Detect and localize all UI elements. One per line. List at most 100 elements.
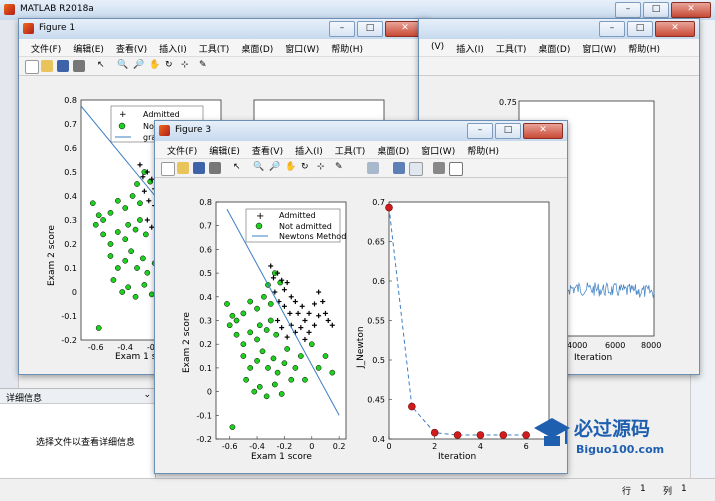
- scatter-ytick-label: 0.7: [199, 222, 212, 231]
- figure1-ytick-label: 0.7: [64, 120, 77, 129]
- menu-window[interactable]: 窗口(W): [279, 39, 325, 56]
- not-admitted-point: [254, 305, 260, 312]
- pan-icon[interactable]: ✋: [149, 60, 161, 72]
- f3-menu-edit[interactable]: 编辑(E): [203, 141, 246, 158]
- f3-brush-icon[interactable]: ✎: [335, 162, 347, 174]
- f3-pointer-icon[interactable]: ↖: [233, 162, 245, 174]
- figure3-toolbar: ↖ 🔍 🔎 ✋ ↻ ⊹ ✎: [155, 159, 567, 178]
- figure1-ytick-label: 0: [72, 288, 77, 297]
- figure1-legend-admitted: Admitted: [143, 110, 180, 119]
- not-admitted-point: [322, 353, 329, 359]
- not-admitted-point: [271, 381, 278, 388]
- menu-tools-2[interactable]: 工具(T): [490, 39, 533, 56]
- figure2-minimize-button[interactable]: –: [599, 21, 625, 37]
- data-cursor-icon[interactable]: ⊹: [181, 60, 193, 72]
- figure1-ytick-label: -0.2: [61, 336, 77, 345]
- f3-menu-tools[interactable]: 工具(T): [329, 141, 372, 158]
- f3-menu-help[interactable]: 帮助(H): [461, 141, 505, 158]
- f3-colorbar-icon[interactable]: [393, 162, 405, 174]
- not-admitted-point: [292, 365, 299, 371]
- f3-link-icon[interactable]: [367, 162, 379, 174]
- menu-insert[interactable]: 插入(I): [153, 39, 193, 56]
- figure1-not-admitted-point: [107, 241, 114, 247]
- cost-point: [453, 431, 462, 439]
- figure3-maximize-button[interactable]: □: [495, 123, 521, 139]
- menu-view-tail[interactable]: (V): [425, 39, 450, 56]
- figure2-close-button[interactable]: ✕: [655, 21, 695, 37]
- main-window-title: MATLAB R2018a: [20, 4, 94, 14]
- menu-edit[interactable]: 编辑(E): [67, 39, 110, 56]
- rotate-icon[interactable]: ↻: [165, 60, 177, 72]
- maximize-button[interactable]: □: [643, 2, 669, 18]
- matlab-logo-icon: [4, 4, 15, 15]
- menu-desktop[interactable]: 桌面(D): [235, 39, 279, 56]
- menu-file[interactable]: 文件(F): [25, 39, 67, 56]
- menu-tools[interactable]: 工具(T): [193, 39, 236, 56]
- brush-icon[interactable]: ✎: [199, 60, 211, 72]
- f3-hide-tools-icon[interactable]: [433, 162, 445, 174]
- f3-zoom-out-icon[interactable]: 🔎: [269, 162, 281, 174]
- menu-insert-2[interactable]: 插入(I): [450, 39, 490, 56]
- figure1-toolbar: ↖ 🔍 🔎 ✋ ↻ ⊹ ✎: [19, 57, 429, 76]
- f3-new-figure-icon[interactable]: [161, 162, 175, 176]
- chevron-down-icon[interactable]: ⌄: [143, 390, 151, 400]
- figure2-maximize-button[interactable]: □: [627, 21, 653, 37]
- figure1-minimize-button[interactable]: –: [329, 21, 355, 37]
- figure2-controls: – □ ✕: [599, 21, 695, 37]
- figure1-not-admitted-point: [100, 231, 106, 238]
- f3-rotate-icon[interactable]: ↻: [301, 162, 313, 174]
- legend-admitted-marker: +: [256, 211, 264, 222]
- cost-ytick-label: 0.6: [372, 277, 385, 286]
- f3-menu-file[interactable]: 文件(F): [161, 141, 203, 158]
- figure3-titlebar: Figure 3 – □ ✕: [155, 121, 567, 141]
- figure1-not-admitted-point: [110, 277, 117, 283]
- not-admitted-point: [329, 369, 336, 376]
- f3-save-icon[interactable]: [193, 162, 205, 174]
- figure1-ytick-label: 0.8: [64, 96, 77, 105]
- save-icon[interactable]: [57, 60, 69, 72]
- not-admitted-point: [247, 329, 254, 336]
- figure3-close-button[interactable]: ✕: [523, 123, 563, 139]
- details-header[interactable]: 详细信息 ⌄: [0, 389, 155, 404]
- status-col-value: 1: [681, 484, 687, 494]
- f3-zoom-in-icon[interactable]: 🔍: [253, 162, 265, 174]
- print-icon[interactable]: [73, 60, 85, 72]
- open-file-icon[interactable]: [41, 60, 53, 72]
- figure1-menubar: 文件(F) 编辑(E) 查看(V) 插入(I) 工具(T) 桌面(D) 窗口(W…: [19, 39, 429, 57]
- figure1-maximize-button[interactable]: □: [357, 21, 383, 37]
- figure1-controls: – □ ✕: [329, 21, 425, 37]
- figure1-ytick-label: 0.4: [64, 192, 77, 201]
- zoom-out-icon[interactable]: 🔎: [133, 60, 145, 72]
- legend-not-admitted-marker: [255, 222, 263, 230]
- f3-dock-icon[interactable]: [449, 162, 463, 176]
- menu-help[interactable]: 帮助(H): [325, 39, 369, 56]
- menu-window-2[interactable]: 窗口(W): [576, 39, 622, 56]
- f3-menu-desktop[interactable]: 桌面(D): [371, 141, 415, 158]
- pointer-icon[interactable]: ↖: [97, 60, 109, 72]
- f3-menu-view[interactable]: 查看(V): [246, 141, 289, 158]
- close-button[interactable]: ✕: [671, 2, 711, 18]
- f3-pan-icon[interactable]: ✋: [285, 162, 297, 174]
- f3-open-file-icon[interactable]: [177, 162, 189, 174]
- svg-text:必过源码: 必过源码: [573, 417, 650, 440]
- f3-menu-insert[interactable]: 插入(I): [289, 141, 329, 158]
- main-window-controls: – □ ✕: [615, 2, 711, 18]
- menu-desktop-2[interactable]: 桌面(D): [532, 39, 576, 56]
- cost-xlabel: Iteration: [438, 452, 476, 462]
- figure1-left-ylabel: Exam 2 score: [47, 225, 57, 286]
- f3-data-cursor-icon[interactable]: ⊹: [317, 162, 329, 174]
- not-admitted-point: [240, 310, 247, 317]
- menu-help-2[interactable]: 帮助(H): [622, 39, 666, 56]
- figure1-not-admitted-point: [119, 289, 126, 295]
- new-figure-icon[interactable]: [25, 60, 39, 74]
- minimize-button[interactable]: –: [615, 2, 641, 18]
- f3-print-icon[interactable]: [209, 162, 221, 174]
- menu-view[interactable]: 查看(V): [110, 39, 153, 56]
- cost-xtick-label: 2: [432, 442, 437, 451]
- f3-legend-icon[interactable]: [409, 162, 423, 176]
- details-header-label: 详细信息: [6, 394, 43, 404]
- figure3-minimize-button[interactable]: –: [467, 123, 493, 139]
- zoom-in-icon[interactable]: 🔍: [117, 60, 129, 72]
- scatter-xtick-label: -0.4: [249, 442, 265, 451]
- f3-menu-window[interactable]: 窗口(W): [415, 141, 461, 158]
